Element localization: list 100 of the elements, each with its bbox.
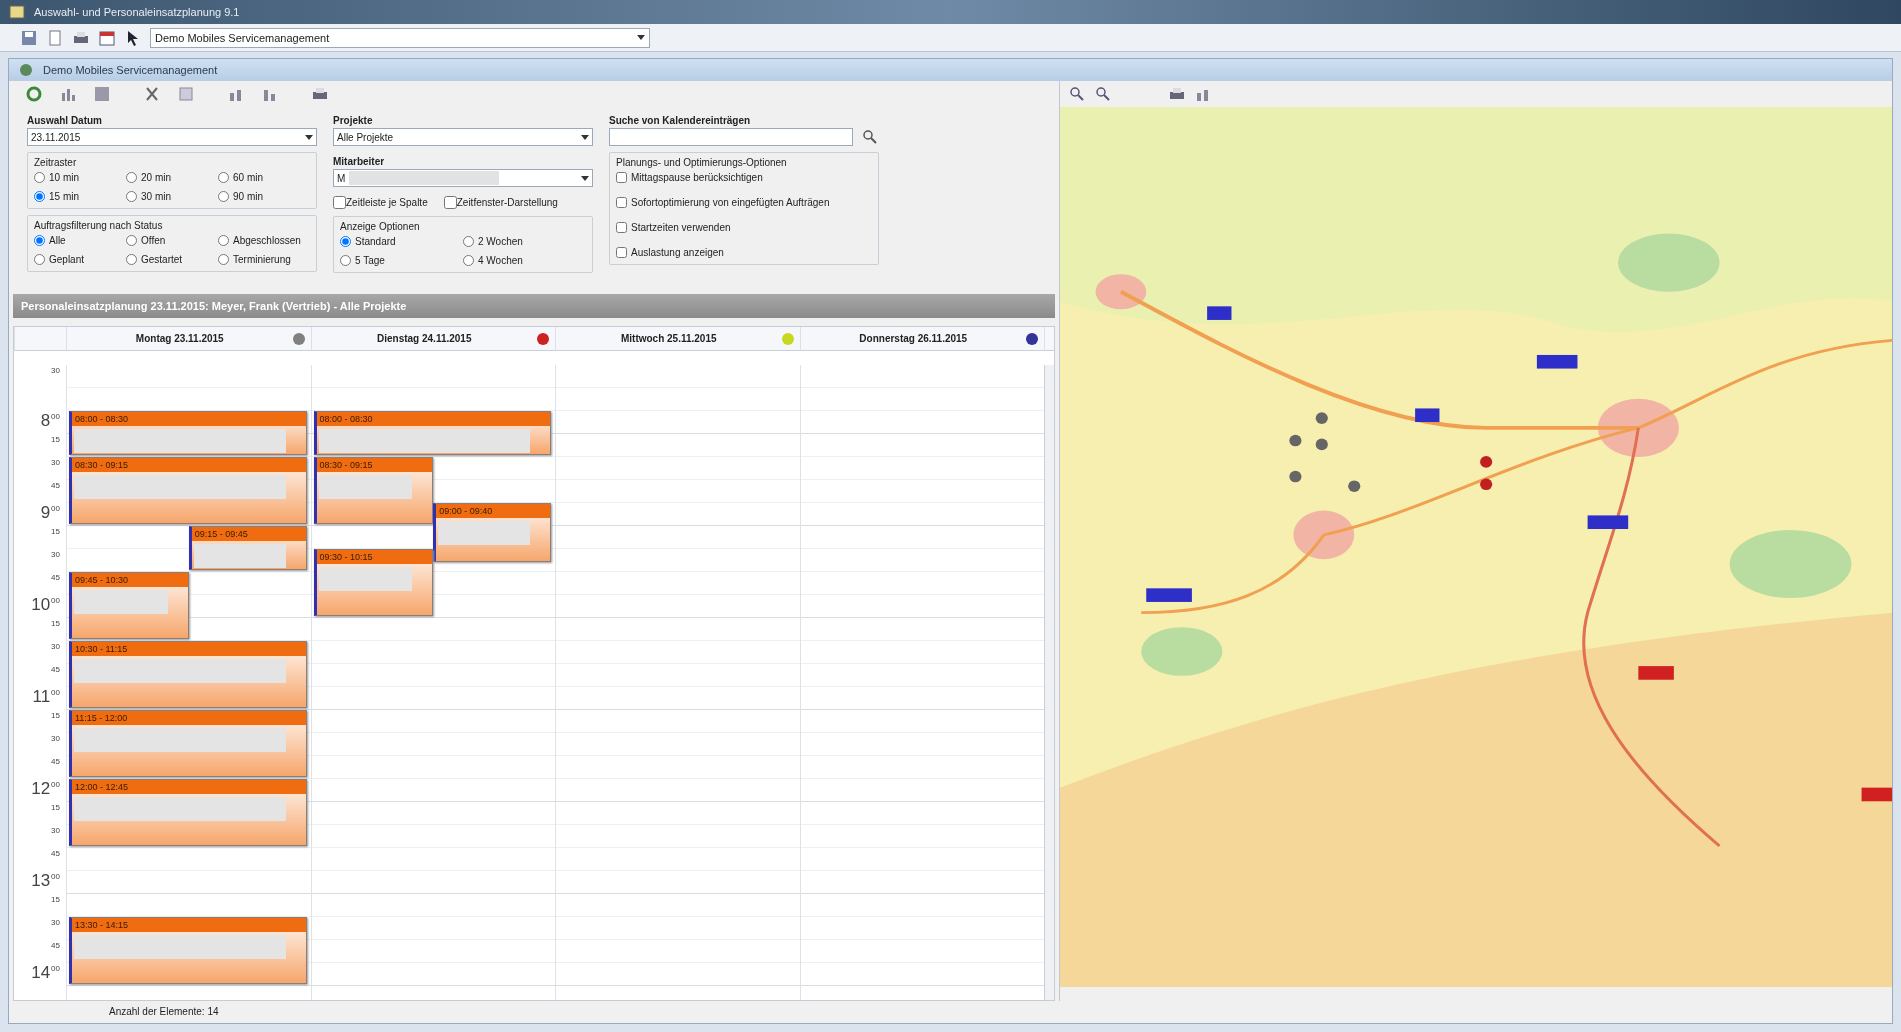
group-label: Auftragsfilterung nach Status: [34, 219, 164, 233]
radio-option[interactable]: 30 min: [126, 189, 218, 204]
minute-label: 45: [51, 480, 60, 492]
hour-label: 10: [31, 595, 51, 615]
checkbox[interactable]: [443, 196, 457, 209]
minute-label: 00: [51, 503, 60, 515]
status-text: Anzahl der Elemente: 14: [108, 1005, 220, 1019]
radio-option[interactable]: 2 Wochen: [463, 234, 586, 249]
radio-button[interactable]: [218, 235, 229, 246]
minute-label: 15: [51, 802, 60, 814]
minute-label: 45: [51, 664, 60, 676]
radio-button[interactable]: [34, 172, 45, 183]
event-time-label: 10:30 - 11:15: [72, 642, 306, 656]
radio-button[interactable]: [126, 172, 137, 183]
radio-button[interactable]: [463, 236, 474, 247]
calendar-event[interactable]: 09:15 - 09:45: [188, 526, 307, 570]
day-header: Montag 23.11.2015: [134, 332, 225, 346]
radio-button[interactable]: [34, 254, 45, 265]
save-icon[interactable]: [20, 28, 38, 47]
radio-button[interactable]: [34, 235, 45, 246]
checkbox[interactable]: [616, 172, 627, 183]
day-header: Dienstag 24.11.2015: [376, 332, 473, 346]
project-select[interactable]: Demo Mobiles Servicemanagement: [150, 27, 650, 48]
calendar-event[interactable]: 08:30 - 09:15: [313, 457, 434, 524]
group-label: Planungs- und Optimierungs-Optionen: [616, 156, 788, 170]
radio-button[interactable]: [340, 255, 351, 266]
checkbox[interactable]: [333, 196, 346, 209]
calendar-event[interactable]: 11:15 - 12:00: [69, 710, 307, 777]
checkbox-option[interactable]: Zeitfenster-Darstellung: [443, 195, 558, 210]
radio-button[interactable]: [34, 191, 45, 202]
radio-option[interactable]: Geplant: [34, 252, 126, 267]
minute-label: 45: [51, 940, 60, 952]
calendar-event[interactable]: 08:00 - 08:30: [69, 411, 307, 455]
radio-button[interactable]: [218, 254, 229, 265]
radio-option[interactable]: 90 min: [218, 189, 310, 204]
checkbox[interactable]: [616, 222, 627, 233]
hour-label: 12: [31, 779, 51, 799]
checkbox-option[interactable]: Mittagspause berücksichtigen: [616, 170, 872, 185]
event-time-label: 12:00 - 12:45: [72, 780, 306, 794]
radio-option[interactable]: Abgeschlossen: [218, 233, 310, 248]
radio-button[interactable]: [218, 172, 229, 183]
calendar-event[interactable]: 08:30 - 09:15: [69, 457, 307, 524]
zoom-in-icon[interactable]: [1068, 85, 1086, 103]
event-time-label: 09:00 - 09:40: [436, 504, 550, 518]
cut-icon[interactable]: [143, 85, 161, 103]
field-label: Projekte: [333, 114, 374, 128]
calendar-event[interactable]: 13:30 - 14:15: [69, 917, 307, 984]
radio-option[interactable]: 15 min: [34, 189, 126, 204]
radio-option[interactable]: Standard: [340, 234, 463, 249]
staff-dropdown[interactable]: M: [333, 169, 593, 187]
calendar-event[interactable]: 09:00 - 09:40: [433, 503, 551, 563]
event-time-label: 11:15 - 12:00: [72, 711, 306, 725]
event-time-label: 08:30 - 09:15: [316, 458, 433, 472]
minute-label: 15: [51, 894, 60, 906]
event-time-label: 08:00 - 08:30: [72, 412, 306, 426]
search-icon[interactable]: [861, 128, 879, 146]
radio-button[interactable]: [126, 254, 137, 265]
checkbox[interactable]: [616, 197, 627, 208]
calendar-event[interactable]: 09:45 - 10:30: [69, 572, 189, 639]
checkbox-option[interactable]: Sofortoptimierung von eingefügten Aufträgen: [616, 195, 872, 210]
radio-option[interactable]: 4 Wochen: [463, 253, 586, 268]
hour-label: 13: [31, 871, 51, 891]
date-field[interactable]: 23.11.2015: [27, 128, 317, 146]
radio-button[interactable]: [463, 255, 474, 266]
radio-option[interactable]: Offen: [126, 233, 218, 248]
refresh-icon[interactable]: [25, 85, 43, 103]
radio-option[interactable]: Terminierung: [218, 252, 310, 267]
hour-label: 8: [40, 411, 51, 431]
radio-button[interactable]: [126, 191, 137, 202]
calendar-icon[interactable]: [98, 28, 116, 47]
window-title: Demo Mobiles Servicemanagement: [43, 62, 218, 78]
calendar-event[interactable]: 09:30 - 10:15: [313, 549, 434, 616]
projects-dropdown[interactable]: Alle Projekte: [333, 128, 593, 146]
radio-option[interactable]: 5 Tage: [340, 253, 463, 268]
radio-button[interactable]: [126, 235, 137, 246]
calendar-event[interactable]: 12:00 - 12:45: [69, 779, 307, 846]
radio-option[interactable]: 60 min: [218, 170, 310, 185]
calendar-event[interactable]: 08:00 - 08:30: [313, 411, 551, 455]
radio-option[interactable]: 20 min: [126, 170, 218, 185]
document-icon[interactable]: [46, 28, 64, 47]
minute-label: 15: [51, 434, 60, 446]
radio-button[interactable]: [218, 191, 229, 202]
checkbox-option[interactable]: Startzeiten verwenden: [616, 220, 872, 235]
radio-option[interactable]: 10 min: [34, 170, 126, 185]
radio-option[interactable]: Alle: [34, 233, 126, 248]
event-time-label: 09:30 - 10:15: [316, 550, 433, 564]
radio-button[interactable]: [340, 236, 351, 247]
minute-label: 30: [51, 365, 60, 377]
search-field[interactable]: [609, 128, 853, 146]
window-title: Auswahl- und Personaleinsatzplanung 9.1: [34, 4, 240, 20]
checkbox-option[interactable]: Zeitleiste je Spalte: [333, 195, 428, 210]
minute-label: 45: [51, 756, 60, 768]
day-header: Mittwoch 25.11.2015: [619, 332, 718, 346]
checkbox[interactable]: [616, 247, 627, 258]
group-label: Zeitraster: [34, 156, 78, 170]
group-label: Anzeige Optionen: [340, 220, 421, 234]
checkbox-option[interactable]: Auslastung anzeigen: [616, 245, 872, 260]
radio-option[interactable]: Gestartet: [126, 252, 218, 267]
zoom-out-icon[interactable]: [1094, 85, 1112, 103]
calendar-event[interactable]: 10:30 - 11:15: [69, 641, 307, 708]
